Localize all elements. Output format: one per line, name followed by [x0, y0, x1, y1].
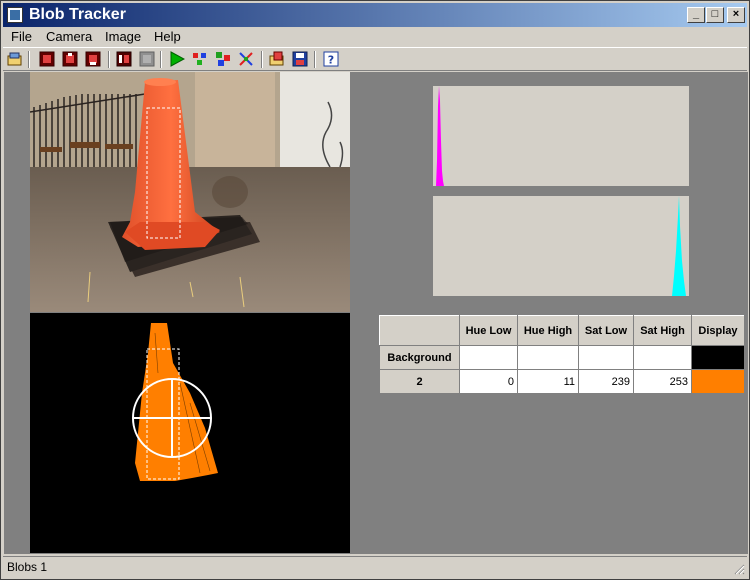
- row-header[interactable]: Background: [379, 345, 460, 370]
- table-header-row: Hue Low Hue High Sat Low Sat High Displa…: [379, 315, 745, 346]
- menu-camera[interactable]: Camera: [46, 29, 92, 45]
- column-header[interactable]: Sat Low: [578, 315, 634, 346]
- saturation-histogram-peak: [672, 196, 686, 296]
- close-button[interactable]: ×: [727, 7, 745, 23]
- toolbar-separator: [261, 51, 263, 68]
- app-icon: [7, 7, 23, 23]
- color-pick-icon[interactable]: [192, 51, 208, 67]
- menu-file[interactable]: File: [11, 29, 32, 45]
- toolbar: ?: [3, 47, 747, 71]
- hue-low-cell[interactable]: 0: [459, 369, 518, 394]
- display-color-swatch[interactable]: [691, 345, 745, 370]
- open-icon[interactable]: [7, 51, 23, 67]
- hue-high-cell[interactable]: [517, 345, 579, 370]
- minimize-button[interactable]: _: [687, 7, 705, 23]
- toolbar-separator: [314, 51, 316, 68]
- save-icon[interactable]: [292, 51, 308, 67]
- sat-low-cell[interactable]: 239: [578, 369, 634, 394]
- app-window: Blob Tracker _ □ × File Camera Image Hel…: [0, 0, 750, 580]
- table-corner: [379, 315, 460, 346]
- sat-low-cell[interactable]: [578, 345, 634, 370]
- toolbar-separator: [108, 51, 110, 68]
- blob-mask-image: [30, 313, 350, 553]
- capture-icon[interactable]: [116, 51, 132, 67]
- table-row[interactable]: Background: [379, 345, 745, 370]
- table-row[interactable]: 2 0 11 239 253: [379, 369, 745, 394]
- blob-table: Hue Low Hue High Sat Low Sat High Displa…: [379, 315, 745, 394]
- resize-grip-icon[interactable]: [733, 563, 745, 575]
- load-settings-icon[interactable]: [269, 51, 285, 67]
- record-icon[interactable]: [62, 51, 78, 67]
- camera-image: [29, 72, 350, 312]
- menu-image[interactable]: Image: [105, 29, 141, 45]
- hue-histogram: [433, 86, 689, 186]
- status-bar: Blobs 1: [3, 556, 747, 577]
- sat-high-cell[interactable]: 253: [633, 369, 692, 394]
- toolbar-separator: [28, 51, 30, 68]
- row-header[interactable]: 2: [379, 369, 460, 394]
- status-text: Blobs 1: [7, 560, 48, 574]
- menu-bar: File Camera Image Help: [3, 27, 747, 47]
- maximize-button[interactable]: □: [706, 7, 724, 23]
- play-icon[interactable]: [169, 51, 185, 67]
- record-icon[interactable]: [85, 51, 101, 67]
- menu-help[interactable]: Help: [154, 29, 181, 45]
- blob-mask-view[interactable]: [30, 313, 350, 553]
- column-header[interactable]: Sat High: [633, 315, 692, 346]
- display-color-swatch[interactable]: [691, 369, 745, 394]
- client-area: Hue Low Hue High Sat Low Sat High Displa…: [4, 72, 748, 554]
- record-icon[interactable]: [39, 51, 55, 67]
- hue-high-cell[interactable]: 11: [517, 369, 579, 394]
- svg-text:?: ?: [328, 54, 334, 67]
- window-title: Blob Tracker: [29, 6, 126, 23]
- title-bar[interactable]: Blob Tracker _ □ ×: [3, 3, 747, 27]
- column-header[interactable]: Display: [691, 315, 745, 346]
- hue-histogram-peak: [436, 86, 444, 186]
- sat-high-cell[interactable]: [633, 345, 692, 370]
- region-icon[interactable]: [215, 51, 231, 67]
- column-header[interactable]: Hue Low: [459, 315, 518, 346]
- swap-icon[interactable]: [238, 51, 254, 67]
- column-header[interactable]: Hue High: [517, 315, 579, 346]
- toolbar-separator: [160, 51, 162, 68]
- hue-low-cell[interactable]: [459, 345, 518, 370]
- help-icon[interactable]: ?: [323, 51, 339, 67]
- saturation-histogram: [433, 196, 689, 296]
- stop-icon[interactable]: [139, 51, 155, 67]
- camera-view[interactable]: [29, 72, 350, 312]
